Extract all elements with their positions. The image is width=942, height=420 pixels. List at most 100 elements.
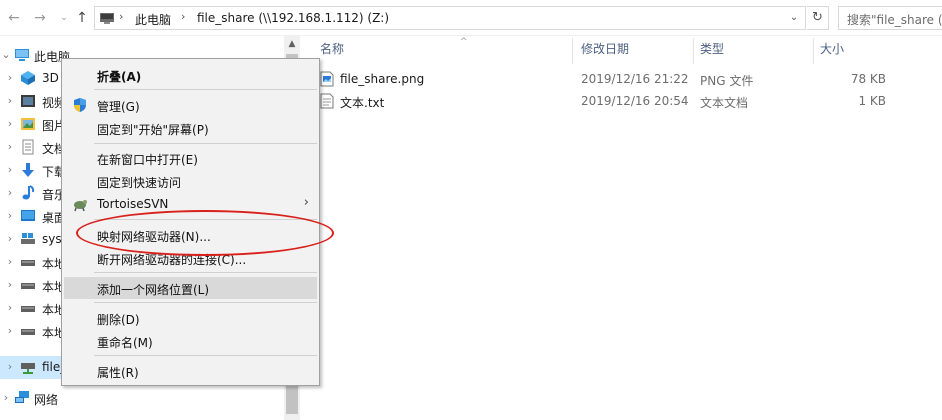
search-input[interactable]: 搜索"file_share (Z:)" [838,6,942,30]
menu-item-label: 映射网络驱动器(N)... [97,230,211,244]
menu-item-add-network-location[interactable]: 添加一个网络位置(L) [64,277,317,299]
expand-chevron-icon[interactable]: › [4,186,16,199]
menu-item-properties[interactable]: 属性(R) [64,360,317,382]
expand-chevron-icon[interactable]: › [4,255,16,268]
3d-objects-icon [21,71,35,85]
breadcrumb-separator-icon: › [119,10,124,23]
menu-item-map-network-drive[interactable]: 映射网络驱动器(N)... [64,224,317,246]
file-list: 名称 ^ 修改日期 类型 大小 file_share.png 2019/12/1… [300,36,942,420]
menu-item-delete[interactable]: 删除(D) [64,307,317,329]
collapse-chevron-icon[interactable]: ⌄ [0,48,12,61]
expand-chevron-icon[interactable]: › [4,360,16,373]
breadcrumb-file-share[interactable]: file_share (\\192.168.1.112) (Z:) [197,11,389,25]
file-type: PNG 文件 [700,74,754,88]
expand-chevron-icon[interactable]: › [4,117,16,130]
menu-item-open-new-window[interactable]: 在新窗口中打开(E) [64,147,317,169]
recent-locations-chevron-icon[interactable]: ⌄ [54,8,74,28]
network-icon [15,391,29,403]
local-drive-icon [21,283,35,289]
tortoisesvn-icon [74,200,87,212]
local-drive-icon [21,329,35,335]
file-modified: 2019/12/16 21:22 [581,72,689,86]
expand-chevron-icon[interactable]: › [4,163,16,176]
column-divider[interactable] [813,38,814,64]
menu-separator [94,355,317,356]
local-drive-icon [21,306,35,312]
column-divider[interactable] [572,38,573,64]
expand-chevron-icon[interactable]: › [4,324,16,337]
file-size: 1 KB [858,94,886,108]
menu-item-collapse[interactable]: 折叠(A) [64,64,317,86]
expand-chevron-icon[interactable]: › [4,209,16,222]
drive-icon [100,13,114,24]
documents-folder-icon [22,139,34,155]
context-menu: 折叠(A) 管理(G) 固定到"开始"屏幕(P) 在新窗口中打开(E) 固定到快… [61,58,320,386]
address-bar: ← → ⌄ ↑ › 此电脑 › file_share (\\192.168.1.… [0,0,942,36]
breadcrumb-separator-icon: › [181,10,186,23]
menu-separator [94,272,317,273]
file-name: 文本.txt [340,96,385,110]
expand-chevron-icon[interactable]: › [4,232,16,245]
breadcrumb-this-pc[interactable]: 此电脑 [135,11,171,28]
menu-item-label: 固定到"开始"屏幕(P) [97,123,209,137]
local-drive-icon [21,260,35,266]
up-arrow-icon[interactable]: ↑ [72,8,92,28]
forward-arrow-icon[interactable]: → [30,8,50,28]
pc-icon [15,49,29,61]
menu-item-label: 管理(G) [97,100,140,114]
menu-separator [94,302,317,303]
file-size: 78 KB [850,72,886,86]
network-drive-icon [21,363,35,374]
expand-chevron-icon[interactable]: › [4,301,16,314]
menu-item-pin-quick-access[interactable]: 固定到快速访问 [64,170,317,192]
menu-item-label: 删除(D) [97,313,140,327]
menu-separator [94,143,317,144]
shield-icon [74,98,86,112]
address-path[interactable]: › 此电脑 › file_share (\\192.168.1.112) (Z:… [94,6,806,30]
desktop-folder-icon [21,210,35,221]
music-folder-icon [22,185,35,200]
pictures-folder-icon [21,118,35,130]
expand-chevron-icon[interactable]: › [0,391,12,404]
text-file-icon [320,93,334,109]
back-arrow-icon[interactable]: ← [4,8,24,28]
file-name: file_share.png [340,72,425,86]
expand-chevron-icon[interactable]: › [4,140,16,153]
nav-item-label: 网络 [34,393,59,407]
menu-item-pin-start[interactable]: 固定到"开始"屏幕(P) [64,117,317,139]
menu-separator [94,89,317,90]
menu-item-disconnect-network-drive[interactable]: 断开网络驱动器的连接(C)... [64,247,317,269]
menu-item-tortoisesvn[interactable]: TortoiseSVN › [64,193,317,215]
address-dropdown-icon[interactable]: ⌄ [785,9,803,27]
menu-separator [94,219,317,220]
expand-chevron-icon[interactable]: › [4,94,16,107]
column-header-size[interactable]: 大小 [820,40,844,64]
menu-item-label: 断开网络驱动器的连接(C)... [97,253,247,267]
column-header-type[interactable]: 类型 [700,40,724,64]
file-modified: 2019/12/16 20:54 [581,94,689,108]
image-file-icon [320,71,334,87]
system-drive-icon [21,233,35,244]
menu-item-label: 固定到快速访问 [97,176,182,190]
sort-ascending-icon: ^ [460,37,468,47]
file-row[interactable]: file_share.png 2019/12/16 21:22 PNG 文件 7… [320,68,920,90]
menu-item-rename[interactable]: 重命名(M) [64,330,317,352]
menu-item-label: 重命名(M) [97,336,153,350]
expand-chevron-icon[interactable]: › [4,71,16,84]
scroll-up-icon[interactable]: ▲ [284,36,300,52]
column-divider[interactable] [693,38,694,64]
menu-item-label: 属性(R) [97,366,139,380]
column-header-name[interactable]: 名称 ^ [320,37,468,64]
nav-item-network[interactable]: › 网络 [0,387,284,410]
menu-item-label: 添加一个网络位置(L) [97,283,210,297]
column-header-modified[interactable]: 修改日期 [581,40,629,64]
menu-item-label: TortoiseSVN [97,197,169,211]
nav-item-label: 3D [42,71,59,85]
expand-chevron-icon[interactable]: › [4,278,16,291]
menu-item-manage[interactable]: 管理(G) [64,94,317,116]
refresh-icon[interactable]: ↻ [807,6,829,30]
video-folder-icon [21,95,35,107]
nav-item-label: sys [42,232,62,246]
downloads-folder-icon [22,163,34,177]
file-row[interactable]: 文本.txt 2019/12/16 20:54 文本文档 1 KB [320,90,920,112]
